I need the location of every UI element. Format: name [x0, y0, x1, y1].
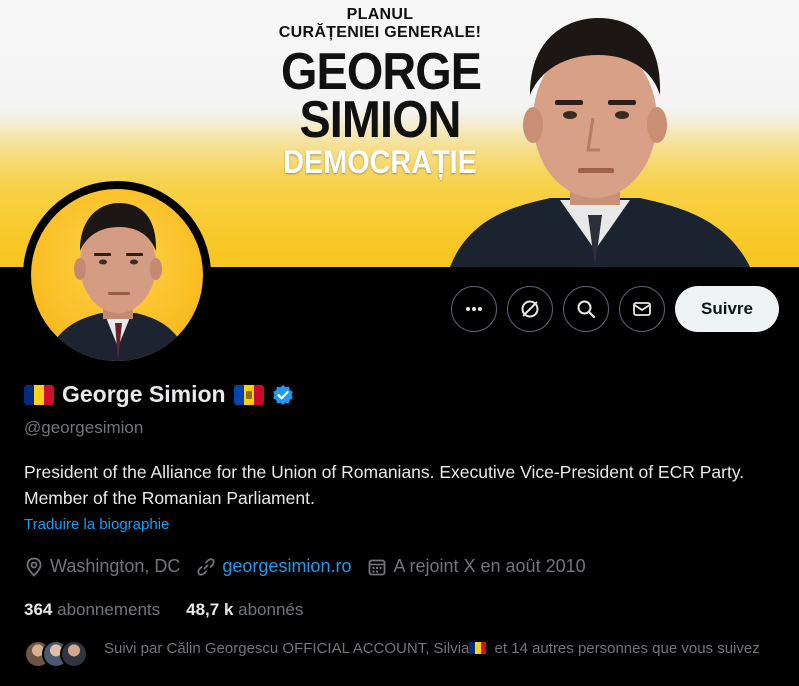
more-horizontal-icon	[466, 307, 483, 311]
website-link[interactable]: georgesimion.ro	[222, 556, 351, 577]
follow-stats: 364 abonnements 48,7 k abonnés	[24, 600, 303, 620]
followers-stat[interactable]: 48,7 k abonnés	[186, 600, 303, 620]
display-name: George Simion	[62, 381, 226, 407]
romania-flag-icon	[469, 642, 487, 654]
followed-by-text: Suivi par Călin Georgescu OFFICIAL ACCOU…	[104, 638, 774, 659]
followed-by-prefix: Suivi par Călin Georgescu OFFICIAL ACCOU…	[104, 640, 470, 657]
followers-count: 48,7 k	[186, 600, 234, 619]
calendar-icon	[369, 559, 386, 575]
grok-icon	[521, 300, 539, 318]
verified-badge-icon[interactable]	[272, 384, 294, 406]
search-icon	[577, 300, 596, 319]
following-stat[interactable]: 364 abonnements	[24, 600, 160, 620]
profile-actions: Suivre	[451, 286, 779, 332]
location-pin-icon	[26, 557, 42, 577]
followed-by-avatars	[24, 638, 94, 670]
envelope-icon	[633, 302, 651, 316]
following-label: abonnements	[57, 600, 161, 619]
profile-bio: President of the Alliance for the Union …	[24, 462, 745, 508]
profile-handle: @georgesimion	[24, 418, 144, 437]
moldova-flag-icon	[233, 384, 264, 405]
following-count: 364	[24, 600, 53, 619]
website-item: georgesimion.ro	[196, 556, 351, 577]
avatar-photo	[31, 189, 203, 361]
joined-item: A rejoint X en août 2010	[367, 556, 586, 577]
profile-name-row: George Simion	[24, 381, 294, 408]
romania-flag-icon	[24, 384, 54, 405]
followed-by-suffix: et 14 autres personnes que vous suivez	[490, 640, 760, 657]
follower-avatar-3	[60, 640, 88, 668]
location-item: Washington, DC	[24, 556, 180, 577]
profile-avatar[interactable]	[23, 181, 211, 369]
followers-label: abonnés	[238, 600, 304, 619]
link-icon	[197, 557, 215, 576]
more-button[interactable]	[451, 286, 498, 332]
translate-bio-link[interactable]: Traduire la biographie	[24, 516, 169, 533]
joined-text: A rejoint X en août 2010	[393, 556, 586, 576]
search-button[interactable]	[563, 286, 610, 332]
profile-meta: Washington, DC georgesimion.ro A rejoint…	[24, 556, 602, 577]
location-text: Washington, DC	[50, 556, 181, 576]
followed-by[interactable]: Suivi par Călin Georgescu OFFICIAL ACCOU…	[24, 638, 774, 670]
grok-button[interactable]	[507, 286, 554, 332]
follow-button[interactable]: Suivre	[675, 286, 779, 332]
banner-portrait-photo	[450, 18, 750, 267]
avatar-portrait	[46, 203, 189, 361]
message-button[interactable]	[619, 286, 666, 332]
